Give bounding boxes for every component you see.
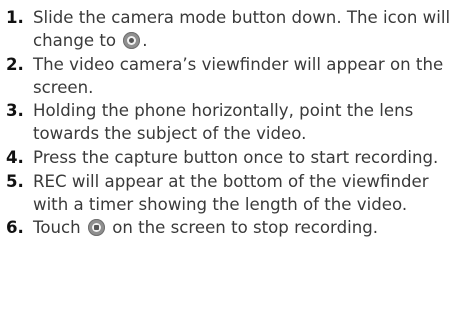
step-number: 5. [6, 171, 24, 191]
step-1: 1. Slide the camera mode button down. Th… [6, 6, 464, 52]
step-6: 6. Touch on the screen to stop recording… [6, 216, 464, 239]
step-text-before: Slide the camera mode button down. The i… [33, 8, 451, 51]
step-number: 6. [6, 218, 24, 238]
step-text: Touch on the screen to stop recording. [33, 216, 464, 239]
step-text: REC will appear at the bottom of the vie… [33, 171, 429, 214]
step-number: 1. [6, 8, 24, 27]
video-mode-icon [123, 32, 141, 50]
step-text: Press the capture button once to start r… [33, 148, 439, 168]
step-text-after: on the screen to stop recording. [112, 218, 379, 238]
instruction-list: 1. Slide the camera mode button down. Th… [0, 0, 464, 322]
step-text-before: Touch [33, 218, 81, 238]
step-number: 3. [6, 101, 24, 121]
step-text-after: . [142, 31, 148, 51]
step-number: 2. [6, 54, 24, 74]
step-3: 3. Holding the phone horizontally, point… [6, 99, 464, 145]
step-4: 4. Press the capture button once to star… [6, 146, 464, 169]
step-text: Holding the phone horizontally, point th… [33, 101, 414, 144]
step-text: Slide the camera mode button down. The i… [33, 6, 464, 52]
step-2: 2. The video camera’s viewfinder will ap… [6, 53, 464, 99]
step-number: 4. [6, 148, 24, 168]
step-5: 5. REC will appear at the bottom of the … [6, 170, 464, 216]
stop-record-icon [87, 219, 105, 237]
step-text: The video camera’s viewfinder will appea… [33, 54, 444, 97]
